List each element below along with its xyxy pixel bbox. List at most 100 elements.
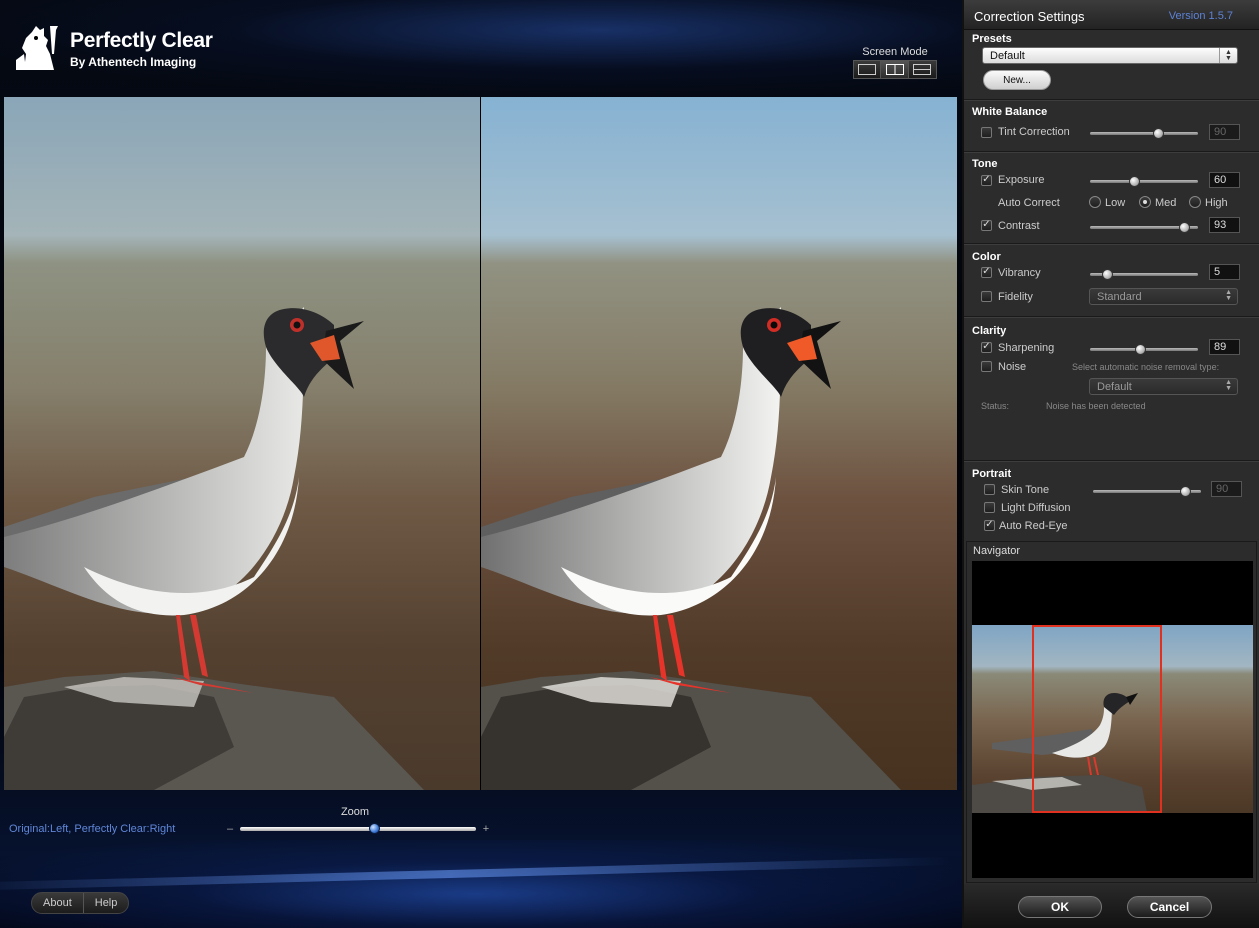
- exposure-checkbox[interactable]: [981, 175, 992, 186]
- skin-tone-checkbox[interactable]: [984, 484, 995, 495]
- sharpening-checkbox[interactable]: [981, 342, 992, 353]
- new-preset-button[interactable]: New...: [983, 70, 1051, 90]
- tint-correction-checkbox[interactable]: [981, 127, 992, 138]
- zoom-out-button[interactable]: –: [220, 823, 240, 835]
- exposure-value[interactable]: 60: [1209, 172, 1240, 188]
- updown-arrow-icon: ▲ ▼: [1225, 379, 1232, 392]
- tint-correction-value[interactable]: 90: [1209, 124, 1240, 140]
- panel-footer: OK Cancel: [964, 884, 1259, 928]
- single-view-icon: [858, 64, 877, 75]
- knight-logo-icon: [16, 26, 58, 70]
- slider-handle[interactable]: [1178, 222, 1190, 233]
- help-button[interactable]: Help: [84, 893, 129, 913]
- zoom-in-button[interactable]: +: [476, 823, 496, 835]
- tone-title: Tone: [972, 158, 998, 170]
- presets-select[interactable]: Default ▲ ▼: [982, 47, 1238, 64]
- stacked-view-icon: [913, 64, 932, 75]
- app-logo: Perfectly Clear By Athentech Imaging: [14, 24, 213, 72]
- screen-mode-label: Screen Mode: [862, 46, 928, 58]
- contrast-slider[interactable]: [1090, 222, 1198, 233]
- noise-type-select[interactable]: Default ▲ ▼: [1089, 378, 1238, 395]
- fidelity-label: Fidelity: [998, 291, 1033, 303]
- exposure-slider[interactable]: [1090, 176, 1198, 187]
- version-label: Version 1.5.7: [1168, 10, 1233, 22]
- zoom-control: Zoom – +: [220, 806, 500, 835]
- tint-correction-label: Tint Correction: [998, 126, 1070, 138]
- status-text: Noise has been detected: [1046, 401, 1146, 411]
- single-view-button[interactable]: [854, 61, 882, 78]
- zoom-slider[interactable]: [240, 823, 476, 834]
- zoom-slider-handle[interactable]: [368, 823, 380, 834]
- auto-correct-low-radio[interactable]: [1089, 196, 1101, 208]
- contrast-value[interactable]: 93: [1209, 217, 1240, 233]
- navigator-view-frame[interactable]: [1032, 625, 1162, 813]
- skin-tone-label: Skin Tone: [1001, 484, 1050, 496]
- stacked-view-button[interactable]: [908, 61, 936, 78]
- panel-header: Correction Settings Version 1.5.7: [964, 0, 1259, 30]
- navigator-view[interactable]: [972, 561, 1253, 878]
- correction-settings-panel: Correction Settings Version 1.5.7 Preset…: [962, 0, 1259, 928]
- cancel-button[interactable]: Cancel: [1127, 896, 1212, 918]
- corrected-photo[interactable]: [480, 97, 957, 790]
- white-balance-title: White Balance: [972, 106, 1048, 118]
- noise-label: Noise: [998, 361, 1027, 373]
- auto-red-eye-label: Auto Red-Eye: [999, 520, 1068, 532]
- exposure-label: Exposure: [998, 174, 1045, 186]
- ok-button[interactable]: OK: [1018, 896, 1102, 918]
- tint-correction-slider[interactable]: [1090, 128, 1198, 139]
- original-photo[interactable]: [4, 97, 480, 790]
- vibrancy-checkbox[interactable]: [981, 267, 992, 278]
- vibrancy-value[interactable]: 5: [1209, 264, 1240, 280]
- split-preview[interactable]: [4, 97, 957, 790]
- navigator-panel: Navigator: [966, 541, 1257, 883]
- sharpening-value[interactable]: 89: [1209, 339, 1240, 355]
- brand-name: Perfectly Clear: [70, 29, 213, 52]
- light-diffusion-label: Light Diffusion: [1001, 502, 1071, 514]
- screen-mode-group: Screen Mode: [853, 46, 937, 79]
- sharpening-slider[interactable]: [1090, 344, 1198, 355]
- skin-tone-slider[interactable]: [1093, 486, 1201, 497]
- color-section: Color Vibrancy 5 Fidelity Standard ▲▼: [964, 243, 1259, 316]
- sharpening-label: Sharpening: [998, 342, 1055, 354]
- fidelity-select[interactable]: Standard ▲ ▼: [1089, 288, 1238, 305]
- preview-area: Perfectly Clear By Athentech Imaging Scr…: [0, 0, 962, 928]
- slider-handle[interactable]: [1102, 269, 1114, 280]
- clarity-title: Clarity: [972, 325, 1007, 337]
- skin-tone-value[interactable]: 90: [1211, 481, 1242, 497]
- portrait-section: Portrait Skin Tone 90 Light Diffusion Au…: [964, 460, 1259, 540]
- slider-handle[interactable]: [1129, 176, 1141, 187]
- slider-handle[interactable]: [1179, 486, 1191, 497]
- fidelity-checkbox[interactable]: [981, 291, 992, 302]
- auto-correct-med-label: Med: [1155, 197, 1177, 209]
- status-label: Status:: [981, 401, 1010, 411]
- auto-correct-med-radio[interactable]: [1139, 196, 1151, 208]
- updown-arrow-icon: ▲ ▼: [1225, 289, 1232, 302]
- brand-subtitle: By Athentech Imaging: [70, 55, 197, 69]
- contrast-label: Contrast: [998, 220, 1040, 232]
- panel-title: Correction Settings: [974, 9, 1085, 24]
- zoom-label: Zoom: [340, 806, 370, 818]
- comparison-label: Original:Left, Perfectly Clear:Right: [9, 823, 176, 835]
- auto-red-eye-checkbox[interactable]: [984, 520, 995, 531]
- presets-value: Default: [990, 50, 1025, 62]
- split-view-button[interactable]: [881, 61, 909, 78]
- contrast-checkbox[interactable]: [981, 220, 992, 231]
- vibrancy-slider[interactable]: [1090, 269, 1198, 280]
- split-view-icon: [885, 64, 904, 75]
- clarity-section: Clarity Sharpening 89 Noise Select autom…: [964, 316, 1259, 460]
- slider-handle[interactable]: [1134, 344, 1146, 355]
- auto-correct-low-label: Low: [1105, 197, 1126, 209]
- bottom-button-group: About Help: [31, 892, 130, 914]
- white-balance-section: White Balance Tint Correction 90: [964, 99, 1259, 151]
- tone-section: Tone Exposure 60 Auto Correct Low Med Hi…: [964, 151, 1259, 243]
- noise-hint: Select automatic noise removal type:: [1072, 362, 1220, 372]
- noise-checkbox[interactable]: [981, 361, 992, 372]
- auto-correct-high-radio[interactable]: [1189, 196, 1201, 208]
- presets-title: Presets: [972, 33, 1012, 45]
- about-button[interactable]: About: [32, 893, 84, 913]
- portrait-title: Portrait: [972, 468, 1012, 480]
- light-diffusion-checkbox[interactable]: [984, 502, 995, 513]
- navigator-title: Navigator: [973, 545, 1021, 557]
- auto-correct-high-label: High: [1205, 197, 1228, 209]
- slider-handle[interactable]: [1153, 128, 1165, 139]
